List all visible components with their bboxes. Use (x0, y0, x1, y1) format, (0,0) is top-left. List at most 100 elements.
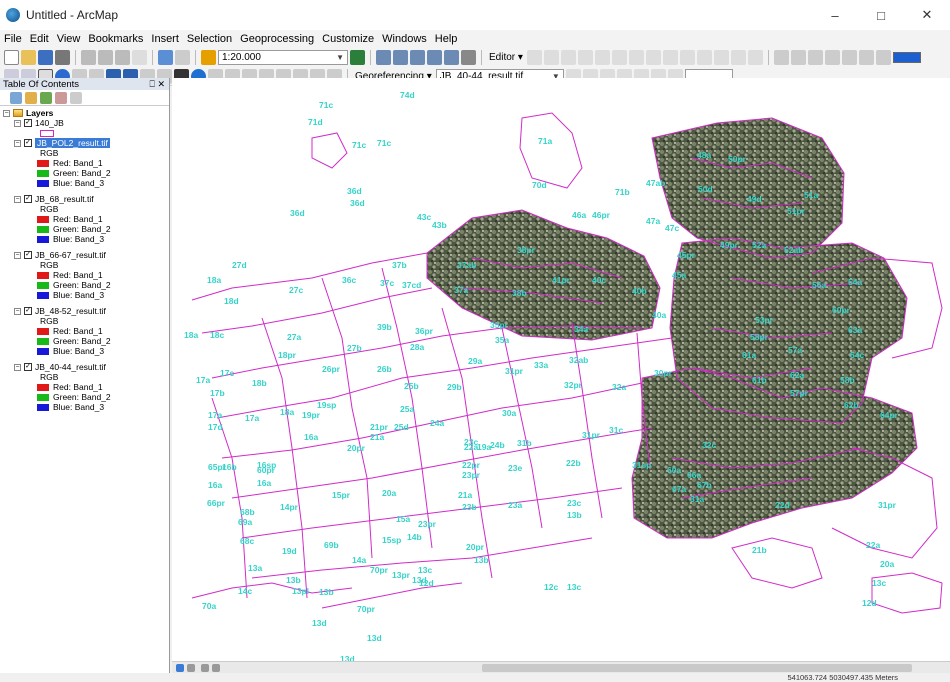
copy-icon[interactable] (98, 50, 113, 65)
go-forward-layout-icon[interactable] (875, 50, 891, 65)
zoom-whole-page-icon[interactable] (790, 50, 806, 65)
polygon-symbol-swatch[interactable] (40, 129, 54, 137)
menu-help[interactable]: Help (431, 33, 462, 45)
maximize-button[interactable]: □ (858, 0, 904, 30)
model-builder-icon[interactable] (461, 50, 476, 65)
map-canvas[interactable]: 74d 71c 71d 71c 71c 71a 36d 36d 36d 70d … (172, 78, 950, 661)
layer-visibility-checkbox[interactable]: ✓ (24, 363, 32, 371)
fill-color-swatch[interactable] (892, 52, 921, 63)
print-icon[interactable] (55, 50, 70, 65)
pause-drawing-icon[interactable] (212, 663, 220, 672)
map-horizontal-scrollbar[interactable] (172, 661, 950, 673)
red-swatch[interactable] (37, 215, 49, 223)
python-window-icon[interactable] (444, 50, 459, 65)
layers-frame-row[interactable]: − Layers (0, 108, 169, 118)
menu-selection[interactable]: Selection (183, 33, 236, 45)
close-button[interactable]: ✕ (904, 0, 950, 30)
raster-layer-row[interactable]: − ✓ JB_POL2_result.tif (0, 138, 169, 148)
layer-visibility-checkbox[interactable]: ✓ (24, 139, 32, 147)
collapse-icon[interactable]: − (14, 119, 21, 127)
fixed-zoom-in-icon[interactable] (807, 50, 823, 65)
layout-view-icon[interactable] (187, 663, 195, 672)
collapse-icon[interactable]: − (14, 307, 21, 315)
zoom-100-icon[interactable] (841, 50, 857, 65)
blue-swatch[interactable] (37, 235, 49, 243)
layer-visibility-checkbox[interactable]: ✓ (24, 195, 32, 203)
layer-visibility-checkbox[interactable]: ✓ (24, 307, 32, 315)
layout-tool-icon[interactable] (773, 50, 789, 65)
collapse-icon[interactable]: − (14, 195, 21, 203)
menu-bookmarks[interactable]: Bookmarks (84, 33, 147, 45)
collapse-icon[interactable]: − (14, 363, 21, 371)
search-window-icon[interactable] (410, 50, 425, 65)
cut-icon[interactable] (81, 50, 96, 65)
blue-swatch[interactable] (37, 347, 49, 355)
toc-pin-close[interactable]: ⎕ ✕ (150, 79, 169, 90)
map-display[interactable]: 74d 71c 71d 71c 71c 71a 36d 36d 36d 70d … (172, 78, 950, 661)
green-swatch[interactable] (37, 281, 49, 289)
arctoolbox-icon[interactable] (427, 50, 442, 65)
paste-icon[interactable] (115, 50, 130, 65)
trace-icon[interactable] (594, 50, 610, 65)
layer-visibility-checkbox[interactable]: ✓ (24, 119, 32, 127)
collapse-icon[interactable]: − (14, 251, 21, 259)
point-icon[interactable] (611, 50, 627, 65)
blue-swatch[interactable] (37, 403, 49, 411)
blue-swatch[interactable] (37, 179, 49, 187)
attributes-icon[interactable] (713, 50, 729, 65)
go-back-layout-icon[interactable] (858, 50, 874, 65)
sketch-properties-icon[interactable] (730, 50, 746, 65)
delete-icon[interactable] (132, 50, 147, 65)
menu-view[interactable]: View (53, 33, 85, 45)
edit-tool-icon[interactable] (526, 50, 542, 65)
endpoint-arc-icon[interactable] (577, 50, 593, 65)
table-window-icon[interactable] (376, 50, 391, 65)
straight-segment-icon[interactable] (560, 50, 576, 65)
redo-icon[interactable] (175, 50, 190, 65)
catalog-icon[interactable] (393, 50, 408, 65)
collapse-icon[interactable]: − (14, 139, 21, 147)
reshape-icon[interactable] (645, 50, 661, 65)
map-scale-combo[interactable]: 1:20.000 ▼ (218, 50, 348, 65)
refresh-icon[interactable] (201, 663, 209, 672)
raster-layer-row[interactable]: − ✓ JB_68_result.tif (0, 194, 169, 204)
undo-icon[interactable] (158, 50, 173, 65)
red-swatch[interactable] (37, 327, 49, 335)
green-swatch[interactable] (37, 225, 49, 233)
minimize-button[interactable]: – (812, 0, 858, 30)
add-data-icon[interactable] (201, 50, 216, 65)
create-features-icon[interactable] (747, 50, 763, 65)
data-view-icon[interactable] (176, 663, 184, 672)
edit-annotation-icon[interactable] (543, 50, 559, 65)
edit-vertices-icon[interactable] (628, 50, 644, 65)
list-by-selection-icon[interactable] (55, 91, 67, 104)
layer-row[interactable]: − ✓ 140_JB (0, 118, 169, 128)
open-folder-icon[interactable] (21, 50, 36, 65)
cut-polygons-icon[interactable] (662, 50, 678, 65)
editor-toolbar-icon[interactable] (350, 50, 365, 65)
list-by-drawing-order-icon[interactable] (10, 91, 22, 104)
blue-swatch[interactable] (37, 291, 49, 299)
green-swatch[interactable] (37, 169, 49, 177)
list-by-visibility-icon[interactable] (40, 91, 52, 104)
editor-menu[interactable]: Editor ▾ (487, 52, 525, 63)
rotate-icon[interactable] (696, 50, 712, 65)
red-swatch[interactable] (37, 271, 49, 279)
collapse-icon[interactable]: − (3, 109, 10, 117)
list-by-source-icon[interactable] (25, 91, 37, 104)
layer-visibility-checkbox[interactable]: ✓ (24, 251, 32, 259)
green-swatch[interactable] (37, 337, 49, 345)
scrollbar-thumb[interactable] (482, 663, 912, 672)
menu-insert[interactable]: Insert (147, 33, 183, 45)
split-icon[interactable] (679, 50, 695, 65)
toc-options-icon[interactable] (70, 91, 82, 104)
raster-layer-row[interactable]: − ✓ JB_66-67_result.tif (0, 250, 169, 260)
fixed-zoom-out-icon[interactable] (824, 50, 840, 65)
menu-file[interactable]: File (0, 33, 26, 45)
raster-layer-row[interactable]: − ✓ JB_48-52_result.tif (0, 306, 169, 316)
new-document-icon[interactable] (4, 50, 19, 65)
red-swatch[interactable] (37, 159, 49, 167)
green-swatch[interactable] (37, 393, 49, 401)
menu-edit[interactable]: Edit (26, 33, 53, 45)
menu-customize[interactable]: Customize (318, 33, 378, 45)
